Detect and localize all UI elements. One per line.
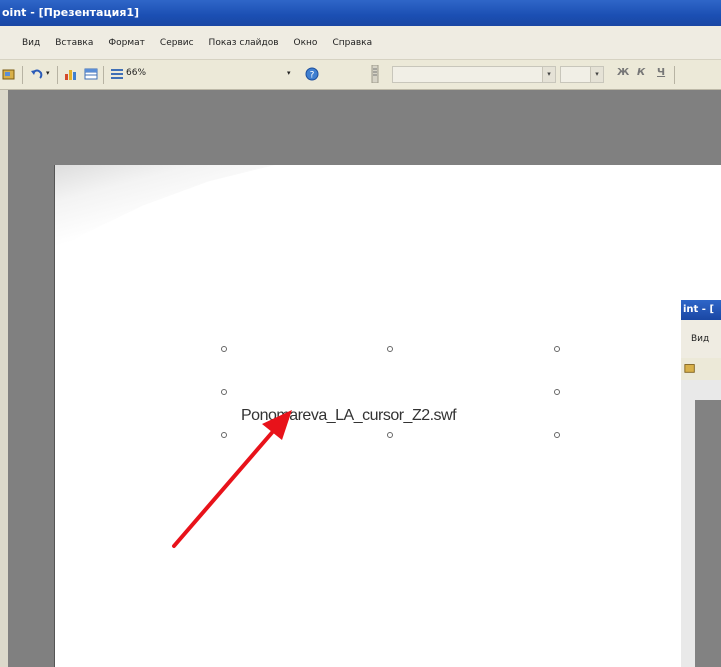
italic-button[interactable]: К <box>637 67 645 78</box>
second-window-menu-view[interactable]: Вид <box>681 320 721 358</box>
slide-work-area: Ponomareva_LA_cursor_Z2.swf <box>8 90 721 667</box>
resize-handle-top-left[interactable] <box>221 346 227 352</box>
grid-lines-icon[interactable] <box>110 67 124 81</box>
toolbar-separator <box>57 66 58 84</box>
title-bar: oint - [Презентация1] <box>0 0 721 26</box>
toolbar-separator <box>103 66 104 84</box>
insert-picture-icon[interactable] <box>2 67 16 81</box>
second-window-pane <box>681 380 721 667</box>
menu-item-view[interactable]: Вид <box>22 38 40 48</box>
second-window-title: int - [ <box>681 300 721 320</box>
resize-handle-left[interactable] <box>221 389 227 395</box>
resize-handle-bottom-left[interactable] <box>221 432 227 438</box>
toolbar-separator <box>22 66 23 84</box>
resize-handle-bottom-right[interactable] <box>554 432 560 438</box>
insert-table-icon[interactable] <box>84 67 98 81</box>
insert-chart-icon[interactable] <box>64 67 78 81</box>
bold-button[interactable]: Ж <box>617 67 629 78</box>
slide-canvas[interactable]: Ponomareva_LA_cursor_Z2.swf <box>55 165 721 667</box>
resize-handle-top-right[interactable] <box>554 346 560 352</box>
zoom-value[interactable]: 66% <box>126 68 146 78</box>
resize-handle-top[interactable] <box>387 346 393 352</box>
undo-dropdown-icon[interactable]: ▾ <box>46 69 50 85</box>
second-window: int - [ Вид <box>681 300 721 667</box>
menu-item-insert[interactable]: Вставка <box>55 38 93 48</box>
font-name-combo[interactable]: ▾ <box>392 66 556 83</box>
help-icon[interactable]: ? <box>305 67 319 81</box>
menu-item-format[interactable]: Формат <box>108 38 145 48</box>
menu-item-tools[interactable]: Сервис <box>160 38 194 48</box>
svg-text:?: ? <box>310 71 315 81</box>
resize-handle-right[interactable] <box>554 389 560 395</box>
zoom-dropdown-icon[interactable]: ▾ <box>287 69 291 85</box>
underline-button[interactable]: Ч <box>657 67 665 78</box>
font-size-combo[interactable]: ▾ <box>560 66 604 83</box>
toolbar-separator <box>674 66 675 84</box>
font-name-dropdown-icon[interactable]: ▾ <box>542 67 555 82</box>
font-size-dropdown-icon[interactable]: ▾ <box>590 67 603 82</box>
window-title: oint - [Презентация1] <box>2 6 140 19</box>
menu-item-help[interactable]: Справка <box>332 38 372 48</box>
menu-item-slide-show[interactable]: Показ слайдов <box>209 38 279 48</box>
toolbar-grip-icon[interactable] <box>371 65 379 83</box>
embedded-object-label[interactable]: Ponomareva_LA_cursor_Z2.swf <box>241 407 457 425</box>
page-curl-decoration <box>55 165 275 255</box>
resize-handle-bottom[interactable] <box>387 432 393 438</box>
insert-picture-icon[interactable] <box>684 362 696 374</box>
screenshot: oint - [Презентация1] Вид Вставка Формат… <box>0 0 721 667</box>
menu-bar: Вид Вставка Формат Сервис Показ слайдов … <box>0 26 721 60</box>
standard-toolbar: ▾ 66% ▾ ? ▾ ▾ Ж К Ч <box>0 60 721 90</box>
undo-icon[interactable] <box>30 67 44 81</box>
second-window-toolbar <box>681 358 721 381</box>
menu-item-window[interactable]: Окно <box>294 38 318 48</box>
second-window-work-area <box>695 400 721 667</box>
